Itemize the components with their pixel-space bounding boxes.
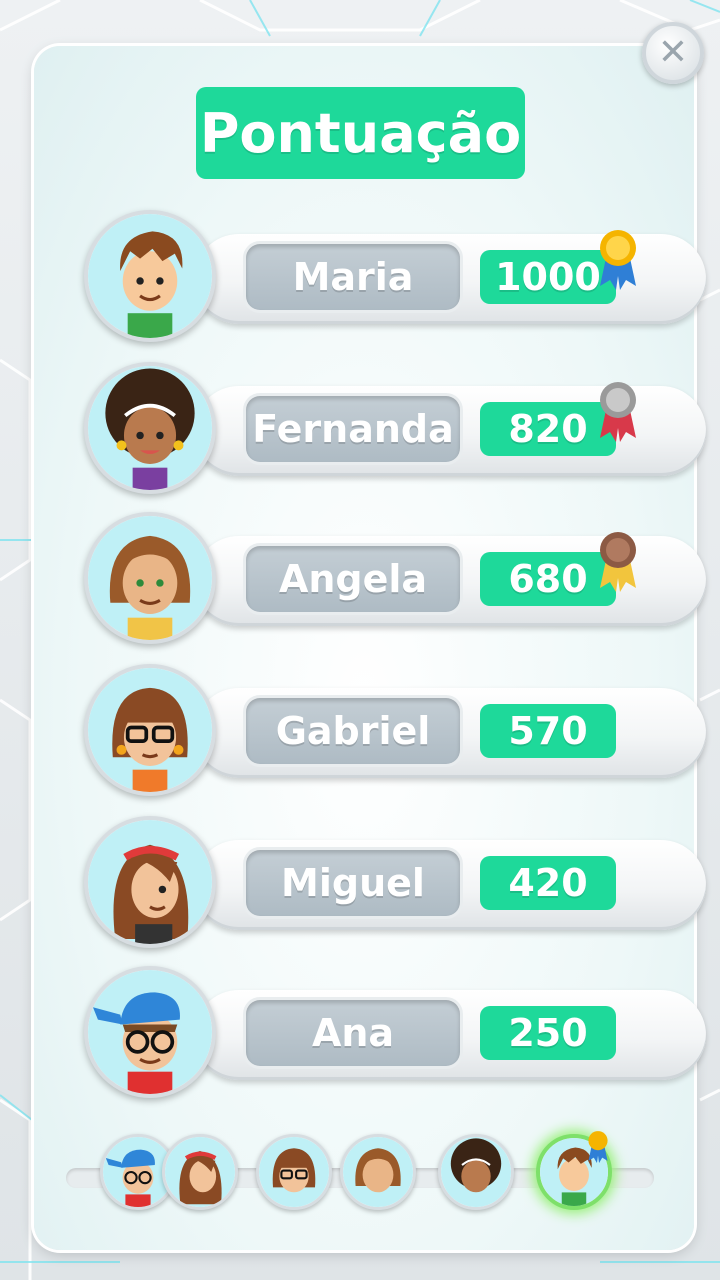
player-score: 570 [480, 704, 616, 758]
bronze-medal-icon [600, 532, 636, 592]
boy-brown-hair-avatar [84, 210, 216, 342]
leaderboard-row-1: Maria 1000 [84, 210, 706, 350]
long-hair-avatar[interactable] [340, 1134, 416, 1210]
silver-medal-icon [600, 382, 636, 442]
girl-curly-hair-avatar[interactable] [438, 1134, 514, 1210]
headband-girl-avatar [84, 816, 216, 948]
player-name: Angela [246, 546, 460, 612]
player-score: 420 [480, 856, 616, 910]
close-icon[interactable]: ✕ [642, 22, 704, 84]
leaderboard-row-6: Ana 250 [84, 966, 706, 1106]
long-hair-avatar [84, 512, 216, 644]
glasses-bangs-avatar[interactable] [256, 1134, 332, 1210]
player-name: Gabriel [246, 698, 460, 764]
leaderboard-row-3: Angela 680 [84, 512, 706, 652]
gold-medal-icon [588, 1131, 608, 1163]
page-title: Pontuação [196, 87, 525, 179]
leaderboard-row-5: Miguel 420 [84, 816, 706, 956]
gold-medal-icon [600, 230, 636, 290]
headband-girl-avatar[interactable] [162, 1134, 238, 1210]
player-name: Ana [246, 1000, 460, 1066]
girl-curly-hair-avatar [84, 362, 216, 494]
cap-glasses-boy-avatar [84, 966, 216, 1098]
leaderboard-row-4: Gabriel 570 [84, 664, 706, 804]
player-name: Miguel [246, 850, 460, 916]
player-name: Maria [246, 244, 460, 310]
glasses-bangs-avatar [84, 664, 216, 796]
player-score: 250 [480, 1006, 616, 1060]
player-name: Fernanda [246, 396, 460, 462]
leaderboard-row-2: Fernanda 820 [84, 362, 706, 502]
